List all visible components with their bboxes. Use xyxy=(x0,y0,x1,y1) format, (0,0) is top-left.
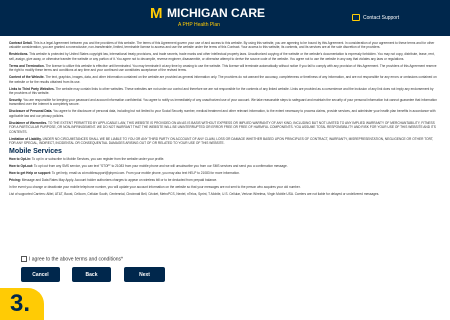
mobile-text: In the event you change or deactivate yo… xyxy=(9,185,301,190)
terms-heading: Disclaimer of Warranties. xyxy=(9,120,48,125)
terms-text: The website may contain links to other w… xyxy=(9,86,434,96)
terms-heading: Terms and Termination. xyxy=(9,63,45,68)
terms-paragraph: Terms and Termination. The license to ut… xyxy=(9,64,437,73)
contact-support-label: Contact Support xyxy=(363,14,400,21)
terms-paragraph: Restrictions. This website is protected … xyxy=(9,52,437,61)
terms-paragraph: Links to Third Party Websites. The websi… xyxy=(9,87,437,96)
mobile-text: List of supported Carriers: Alltel, AT&T… xyxy=(9,192,380,197)
mobile-text: To get help, email us at mobilesupport@p… xyxy=(51,171,240,176)
terms-text: You are responsible for keeping your pas… xyxy=(9,98,437,107)
mobile-paragraph: In the event you change or deactivate yo… xyxy=(9,185,437,189)
terms-heading: Content of the Website. xyxy=(9,75,45,80)
mobile-heading: How to get Help or support: xyxy=(9,171,51,176)
terms-text: UNDER NO CIRCUMSTANCES SHALL WE BE LIABL… xyxy=(9,136,434,146)
terms-paragraph: Content of the Website. The text, graphi… xyxy=(9,75,437,84)
step-number: 3. xyxy=(10,290,31,317)
mobile-heading: Pricing: xyxy=(9,178,21,183)
envelope-icon xyxy=(352,14,360,21)
mobile-heading: How to Opt-out: xyxy=(9,164,34,169)
mobile-paragraph: How to Opt-out: To opt out from any SMS … xyxy=(9,164,437,168)
terms-paragraph: Limitation of Liability. UNDER NO CIRCUM… xyxy=(9,137,437,146)
logo-tagline: A PHP Health Plan xyxy=(178,22,220,28)
agree-label: I agree to the above terms and condition… xyxy=(29,256,123,263)
terms-heading: Limitation of Liability. xyxy=(9,136,42,141)
terms-text: This is a legal Agreement between you an… xyxy=(9,41,435,50)
cancel-button[interactable]: Cancel xyxy=(21,267,60,282)
terms-heading: Security. xyxy=(9,98,23,103)
brand-logo[interactable]: M MICHIGAN CARE A PHP Health Plan xyxy=(150,4,300,32)
terms-text: The text, graphics, images, data, and ot… xyxy=(9,75,437,84)
terms-heading: Links to Third Party Websites. xyxy=(9,86,55,91)
block-m-logo-mark: M xyxy=(150,5,163,22)
mobile-text: Message and Data Rates May Apply. Accoun… xyxy=(21,178,218,183)
terms-content: Contract Detail. This is a legal Agreeme… xyxy=(9,41,437,199)
contact-support-link[interactable]: Contact Support xyxy=(352,14,399,21)
terms-text: You agree to the disclosure of personal … xyxy=(9,109,436,118)
terms-heading: Disclosure of Personal Data. xyxy=(9,109,53,114)
back-button[interactable]: Back xyxy=(72,267,111,282)
mobile-paragraph: How to Opt-in: To opt in or subscribe to… xyxy=(9,157,437,161)
mobile-heading: How to Opt-in: xyxy=(9,157,31,162)
agree-terms-row[interactable]: I agree to the above terms and condition… xyxy=(21,256,123,262)
site-header: M MICHIGAN CARE A PHP Health Plan Contac… xyxy=(0,0,450,36)
terms-paragraph: Disclosure of Personal Data. You agree t… xyxy=(9,109,437,118)
terms-heading: Contract Detail. xyxy=(9,41,33,45)
agree-checkbox[interactable] xyxy=(21,256,27,262)
mobile-paragraph: Pricing: Message and Data Rates May Appl… xyxy=(9,178,437,182)
terms-paragraph: Contract Detail. This is a legal Agreeme… xyxy=(9,41,437,50)
terms-text: This website is protected by United Stat… xyxy=(9,52,435,61)
next-button[interactable]: Next xyxy=(124,267,165,282)
terms-text: The license to utilize this website is e… xyxy=(9,63,437,73)
terms-paragraph: Disclaimer of Warranties. TO THE EXTENT … xyxy=(9,121,437,134)
mobile-text: To opt in or subscribe to Mobile Service… xyxy=(31,157,165,162)
logo-text: MICHIGAN CARE xyxy=(167,6,265,20)
terms-heading: Restrictions. xyxy=(9,52,29,57)
step-number-badge: 3. xyxy=(0,288,44,320)
terms-paragraph: Security. You are responsible for keepin… xyxy=(9,98,437,107)
mobile-text: To opt out from any SMS service, you can… xyxy=(33,164,288,169)
mobile-paragraph: List of supported Carriers: Alltel, AT&T… xyxy=(9,192,437,196)
mobile-paragraph: How to get Help or support: To get help,… xyxy=(9,171,437,175)
mobile-services-title: Mobile Services xyxy=(9,148,62,156)
terms-text: TO THE EXTENT PERMITTED BY APPLICABLE LA… xyxy=(9,120,436,134)
